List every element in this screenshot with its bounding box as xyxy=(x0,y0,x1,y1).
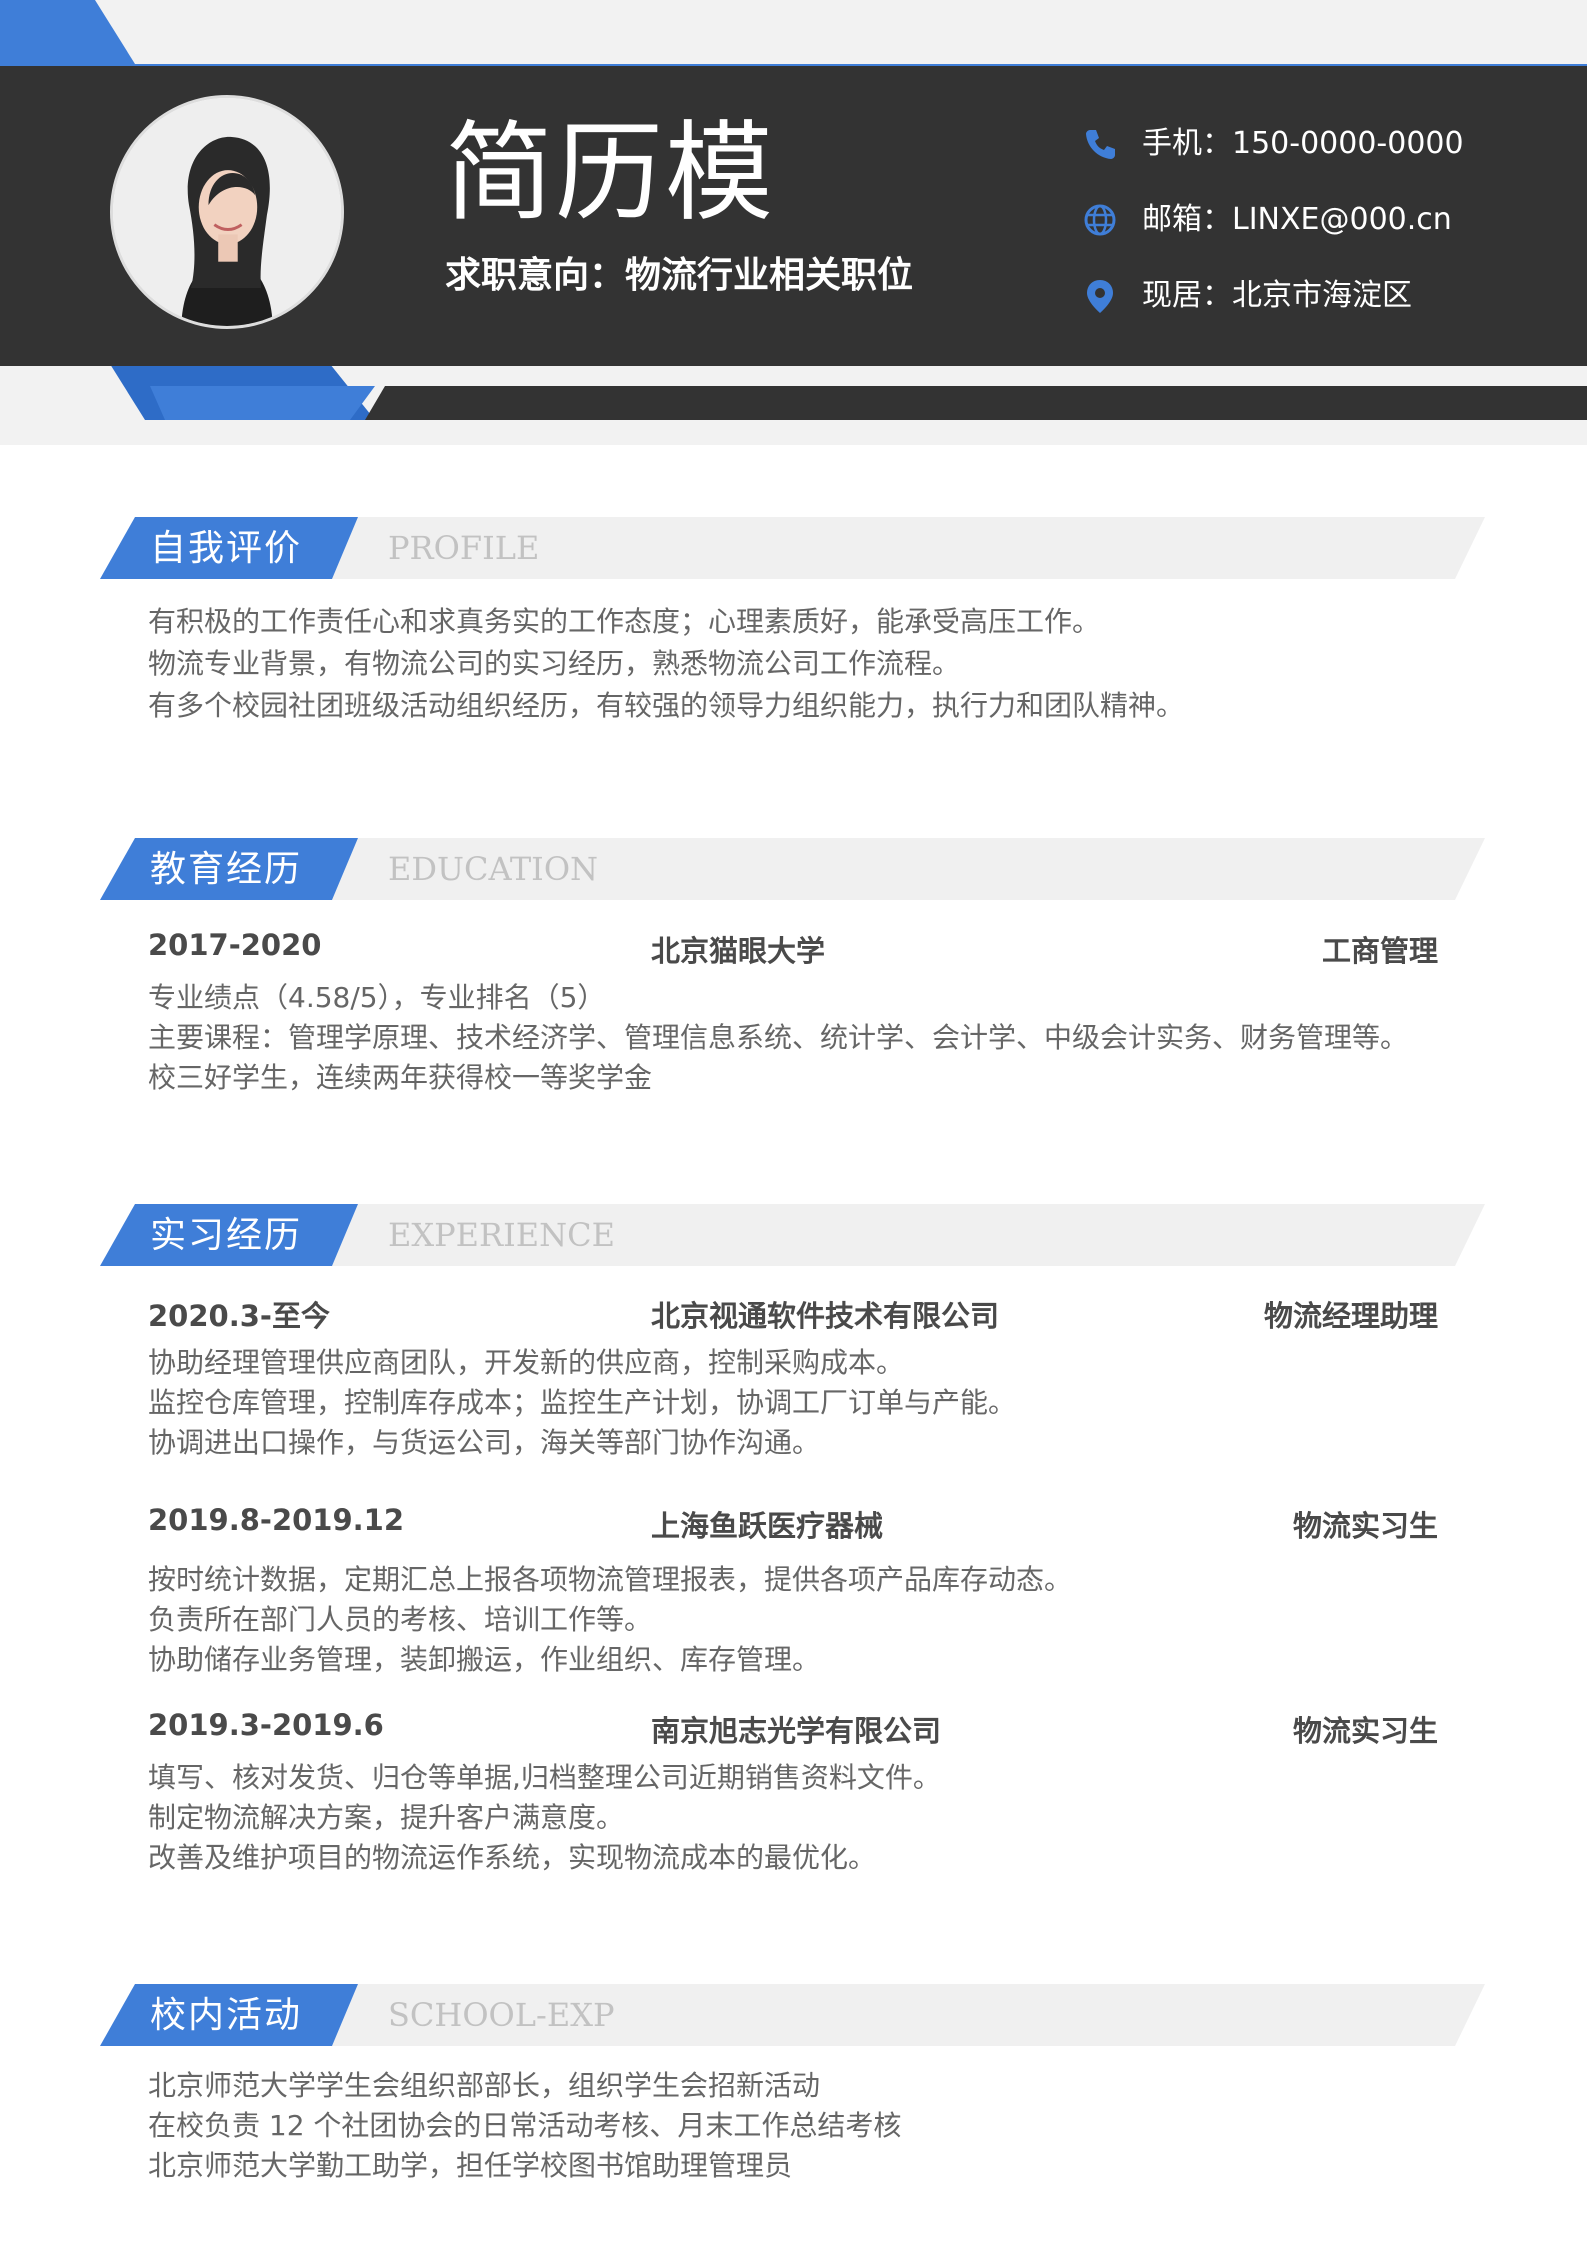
section-title-cn: 教育经历 xyxy=(150,849,303,890)
section-header-profile: 自我评价 PROFILE xyxy=(100,517,1485,579)
experience-company: 南京旭志光学有限公司 xyxy=(651,1714,942,1748)
experience-line: 监控仓库管理，控制库存成本；监控生产计划，协调工厂订单与产能。 xyxy=(148,1386,1017,1419)
section-title-cn: 自我评价 xyxy=(150,528,303,569)
education-period: 2017-2020 xyxy=(148,928,322,962)
section-header-shape xyxy=(100,517,1485,579)
profile-photo xyxy=(110,95,344,329)
job-intent: 求职意向：物流行业相关职位 xyxy=(445,255,914,296)
experience-company: 北京视通软件技术有限公司 xyxy=(651,1299,1000,1333)
experience-line: 协助经理管理供应商团队，开发新的供应商，控制采购成本。 xyxy=(148,1346,905,1379)
experience-line: 填写、核对发货、归仓等单据,归档整理公司近期销售资料文件。 xyxy=(148,1761,941,1794)
school-line: 在校负责 12 个社团协会的日常活动考核、月末工作总结考核 xyxy=(148,2109,902,2142)
contact-phone-label: 手机：150-0000-0000 xyxy=(1142,126,1464,161)
education-row: 2017-2020 北京猫眼大学 工商管理 xyxy=(148,928,1438,968)
contact-email-label: 邮箱：LINXE@000.cn xyxy=(1142,202,1452,237)
contact-location-label: 现居：北京市海淀区 xyxy=(1142,278,1412,313)
experience-role: 物流实习生 xyxy=(1292,1714,1438,1748)
phone-icon xyxy=(1086,130,1115,159)
education-major: 工商管理 xyxy=(1321,934,1438,968)
profile-line: 有多个校园社团班级活动组织经历，有较强的领导力组织能力，执行力和团队精神。 xyxy=(148,689,1185,722)
education-line: 校三好学生，连续两年获得校一等奖学金 xyxy=(148,1061,653,1094)
section-header-shape xyxy=(100,838,1485,900)
experience-line: 改善及维护项目的物流运作系统，实现物流成本的最优化。 xyxy=(148,1841,877,1874)
education-line: 主要课程：管理学原理、技术经济学、管理信息系统、统计学、会计学、中级会计实务、财… xyxy=(148,1021,1409,1054)
section-header-shape xyxy=(100,1984,1485,2046)
profile-line: 物流专业背景，有物流公司的实习经历，熟悉物流公司工作流程。 xyxy=(148,647,961,680)
profile-line: 有积极的工作责任心和求真务实的工作态度；心理素质好，能承受高压工作。 xyxy=(148,605,1101,638)
globe-icon xyxy=(1084,204,1116,236)
experience-line: 按时统计数据，定期汇总上报各项物流管理报表，提供各项产品库存动态。 xyxy=(148,1563,1073,1596)
experience-company: 上海鱼跃医疗器械 xyxy=(651,1509,884,1543)
experience-period: 2019.3-2019.6 xyxy=(148,1708,384,1742)
contact-email: 邮箱：LINXE@000.cn xyxy=(1080,192,1560,248)
experience-role: 物流实习生 xyxy=(1292,1509,1438,1543)
section-header-school: 校内活动 SCHOOL-EXP xyxy=(100,1984,1485,2046)
section-header-experience: 实习经历 EXPERIENCE xyxy=(100,1204,1485,1266)
section-title-en: EDUCATION xyxy=(388,850,599,888)
section-title-cn: 实习经历 xyxy=(150,1215,303,1256)
candidate-name: 简历模 xyxy=(445,111,776,236)
experience-period: 2020.3-至今 xyxy=(148,1299,330,1333)
section-title-en: EXPERIENCE xyxy=(388,1216,615,1254)
experience-period: 2019.8-2019.12 xyxy=(148,1503,405,1537)
experience-row: 2019.8-2019.12 上海鱼跃医疗器械 物流实习生 xyxy=(148,1503,1438,1543)
school-line: 北京师范大学学生会组织部部长，组织学生会招新活动 xyxy=(148,2069,821,2102)
contact-phone: 手机：150-0000-0000 xyxy=(1080,116,1560,172)
section-title-en: SCHOOL-EXP xyxy=(388,1996,615,2034)
section-header-education: 教育经历 EDUCATION xyxy=(100,838,1485,900)
contact-location: 现居：北京市海淀区 xyxy=(1080,268,1560,324)
experience-line: 负责所在部门人员的考核、培训工作等。 xyxy=(148,1603,653,1636)
avatar-portrait xyxy=(113,98,341,326)
experience-role: 物流经理助理 xyxy=(1263,1299,1438,1333)
education-school: 北京猫眼大学 xyxy=(651,934,826,968)
section-header-shape xyxy=(100,1204,1485,1266)
section-title-cn: 校内活动 xyxy=(150,1995,303,2036)
experience-row: 2019.3-2019.6 南京旭志光学有限公司 物流实习生 xyxy=(148,1708,1438,1748)
experience-line: 协助储存业务管理，装卸搬运，作业组织、库存管理。 xyxy=(148,1643,821,1676)
school-line: 北京师范大学勤工助学，担任学校图书馆助理管理员 xyxy=(148,2149,793,2182)
experience-line: 协调进出口操作，与货运公司，海关等部门协作沟通。 xyxy=(148,1426,821,1459)
education-line: 专业绩点（4.58/5），专业排名（5） xyxy=(148,981,606,1014)
section-title-en: PROFILE xyxy=(388,529,540,567)
location-pin-icon xyxy=(1087,280,1113,313)
experience-line: 制定物流解决方案，提升客户满意度。 xyxy=(148,1801,625,1834)
experience-row: 2020.3-至今 北京视通软件技术有限公司 物流经理助理 xyxy=(148,1293,1438,1333)
